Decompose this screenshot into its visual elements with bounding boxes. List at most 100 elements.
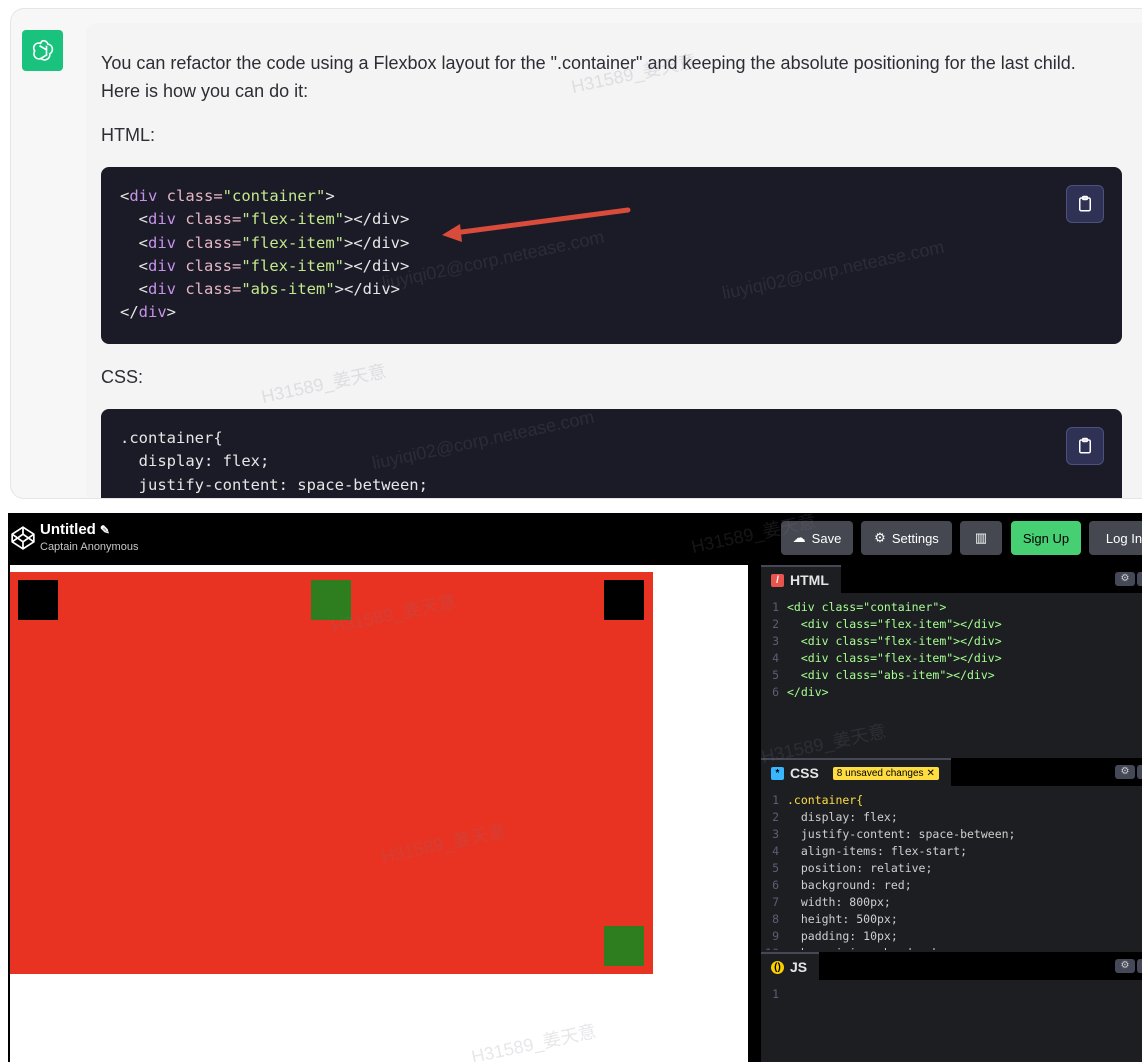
js-tab-label: JS (790, 959, 808, 975)
css-section-label: CSS: (101, 367, 144, 387)
html-section-label: HTML: (101, 125, 155, 145)
html-tab-label: HTML (790, 572, 829, 588)
editor-code-text: </div> (787, 685, 829, 699)
editor-line: 1 (761, 986, 1142, 1003)
codepen-logo-icon[interactable] (10, 525, 36, 551)
line-number: 9 (772, 929, 779, 943)
code-token: div (148, 233, 176, 252)
pen-title[interactable]: Untitled ✎ (40, 521, 110, 538)
tab-js[interactable]: () JS (761, 952, 820, 980)
html-editor-header: / HTML ⚙ ⌄ (761, 565, 1142, 593)
tab-css[interactable]: * CSS 8 unsaved changes ✕ (761, 758, 951, 786)
annotation-arrow-icon (442, 207, 631, 242)
layout-icon: ▥ (974, 530, 988, 545)
code-token: "abs-item" (241, 280, 335, 299)
code-token: < (120, 210, 148, 229)
code-token: .container{ (120, 429, 223, 447)
editor-code-text: <div class="container"> (787, 600, 947, 614)
line-number: 2 (772, 810, 779, 824)
signup-button[interactable]: Sign Up (1011, 521, 1081, 555)
js-editor-header: () JS ⚙ ⌄ (761, 952, 1142, 980)
editor-code-text: .container{ (787, 793, 864, 807)
editor-line: 8 height: 500px; (761, 911, 1142, 928)
editor-code-text: <div class="abs-item"></div> (787, 668, 995, 682)
code-token: "flex-item" (241, 256, 344, 275)
code-token: < (120, 280, 148, 299)
close-icon[interactable]: ✕ (927, 768, 935, 779)
flex-item-preview (311, 580, 351, 620)
resize-handle[interactable] (748, 565, 761, 1062)
editor-line: 3 <div class="flex-item"></div> (761, 633, 1142, 650)
line-number: 5 (772, 668, 779, 682)
gear-icon[interactable]: ⚙ (1115, 959, 1135, 973)
code-line: <div class="abs-item"></div> (120, 278, 1103, 301)
editor-line: 1 <div class="container"> (761, 599, 1142, 616)
line-number: 5 (772, 861, 779, 875)
layout-button[interactable]: ▥ (960, 521, 1002, 555)
code-token: > (325, 187, 335, 205)
line-number: 6 (772, 878, 779, 892)
gear-icon: ⚙ (874, 530, 886, 545)
chevron-down-icon[interactable]: ⌄ (1137, 572, 1142, 586)
code-token: ></div> (343, 210, 410, 229)
line-number: 4 (772, 844, 779, 858)
js-editor[interactable]: 1 (761, 986, 1142, 1062)
css-editor[interactable]: 1 .container{2 display: flex; 3 justify-co… (761, 792, 1142, 950)
chevron-down-icon[interactable]: ⌄ (1137, 765, 1142, 779)
cloud-icon: ☁ (792, 530, 806, 545)
gear-icon[interactable]: ⚙ (1115, 572, 1135, 586)
signup-label: Sign Up (1022, 530, 1070, 546)
editor-code-text: position: relative; (787, 861, 933, 875)
pencil-icon[interactable]: ✎ (100, 523, 110, 537)
copy-code-button[interactable] (1066, 427, 1104, 465)
editor-line: 6 </div> (761, 684, 1142, 701)
editor-line: 4 <div class="flex-item"></div> (761, 650, 1142, 667)
copy-code-button[interactable] (1066, 185, 1104, 223)
editor-line: 5 <div class="abs-item"></div> (761, 667, 1142, 684)
editor-code-text: <div class="flex-item"></div> (787, 651, 1002, 665)
code-token: class= (176, 210, 242, 229)
clipboard-icon (1079, 437, 1091, 454)
line-number: 1 (772, 793, 779, 807)
code-token: class= (176, 233, 242, 252)
clipboard-icon (1079, 195, 1091, 212)
code-token: "container" (222, 187, 326, 205)
editor-code-text: <div class="flex-item"></div> (787, 634, 1002, 648)
line-number: 1 (772, 600, 779, 614)
editor-line: 6 background: red; (761, 877, 1142, 894)
code-line: </div> (120, 301, 1103, 324)
unsaved-badge-text: 8 unsaved changes (836, 767, 924, 779)
codepen-header: Untitled ✎ Captain Anonymous ☁ Save ⚙ Setti… (8, 513, 1142, 565)
line-number: 8 (772, 912, 779, 926)
assistant-intro-text: You can refactor the code using a Flexbo… (101, 53, 1076, 101)
editor-line: 10 box-sizing: border-box; (761, 945, 1142, 950)
code-token: < (120, 256, 148, 275)
save-button[interactable]: ☁ Save (781, 521, 853, 555)
code-token: ></div> (343, 256, 410, 275)
html-editor[interactable]: 1 <div class="container"> 2 <div class="fl… (761, 599, 1142, 749)
settings-button[interactable]: ⚙ Settings (861, 521, 952, 555)
code-line: .container{ (120, 427, 1103, 450)
editor-code-text: width: 800px; (787, 895, 891, 909)
save-label: Save (811, 530, 842, 546)
pen-author: Captain Anonymous (40, 541, 139, 553)
css-code-lines: .container{ display: flex; justify-conte… (120, 427, 1103, 497)
css-code-block: .container{ display: flex; justify-conte… (101, 409, 1122, 498)
gear-icon[interactable]: ⚙ (1115, 765, 1135, 779)
css-tab-label: CSS (790, 765, 819, 781)
editor-line: 1 .container{ (761, 792, 1142, 809)
js-icon: () (771, 960, 784, 974)
code-token: justify-content: space-between; (120, 475, 428, 494)
chevron-down-icon[interactable]: ⌄ (1137, 959, 1142, 973)
editor-panel: / HTML ⚙ ⌄ 1 <div class="container"> 2 <di… (761, 565, 1142, 1062)
chat-panel: You can refactor the code using a Flexbo… (10, 8, 1142, 499)
editor-line: 9 padding: 10px; (761, 928, 1142, 945)
login-button[interactable]: Log In (1089, 521, 1142, 555)
unsaved-changes-badge[interactable]: 8 unsaved changes ✕ (832, 766, 939, 780)
line-number: 3 (772, 827, 779, 841)
line-number: 6 (772, 685, 779, 699)
editor-code-text: <div class="flex-item"></div> (787, 617, 1002, 631)
chatgpt-logo-icon (22, 30, 63, 71)
code-token: "flex-item" (241, 210, 344, 229)
tab-html[interactable]: / HTML (761, 565, 841, 593)
